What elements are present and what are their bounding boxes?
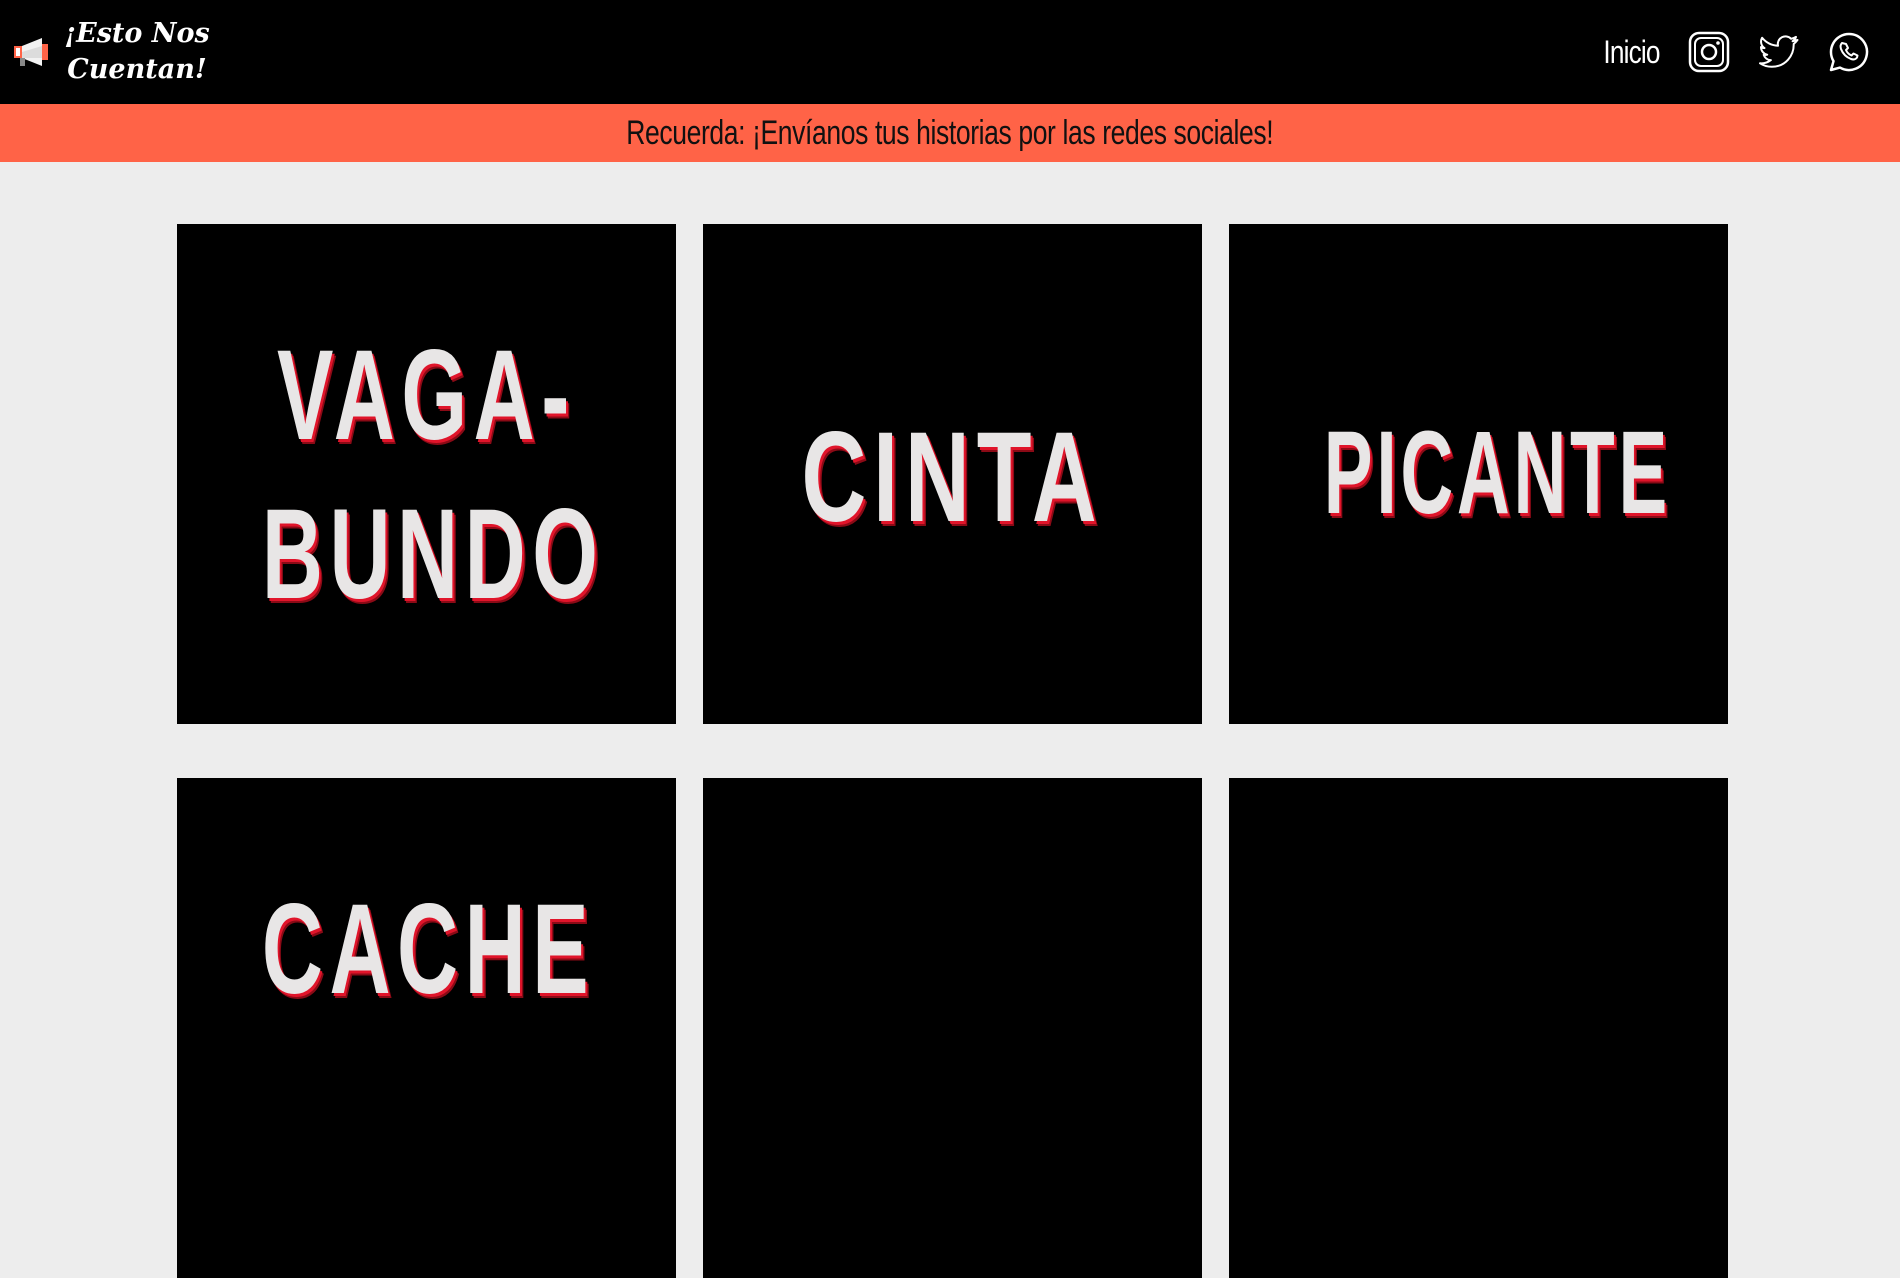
story-card-picante[interactable]: PICANTE [1229,224,1728,724]
story-card-vagabundo[interactable]: VAGA- BUNDO [177,224,676,724]
brand-title: ¡Esto Nos Cuentan! [64,18,210,85]
card-title: CACHE [261,878,596,1021]
card-title-line-2: BUNDO [261,483,605,626]
nav-link-inicio[interactable]: Inicio [1604,34,1661,71]
story-card-cache[interactable]: CACHE [177,778,676,1278]
brand-logo-link[interactable]: ¡Esto Nos Cuentan! [12,16,212,88]
story-card-5[interactable] [703,778,1202,1278]
card-title-line-1: VAGA- [277,324,576,467]
banner-text: Recuerda: ¡Envíanos tus historias por la… [626,113,1274,152]
card-title: PICANTE [1323,407,1671,539]
nav-right-group: Inicio [1591,31,1870,73]
top-navbar: ¡Esto Nos Cuentan! Inicio [0,0,1900,104]
story-grid: VAGA- BUNDO CINTA PICANTE CACHE [177,224,1728,1278]
whatsapp-icon[interactable] [1828,31,1870,73]
story-card-6[interactable] [1229,778,1728,1278]
announcement-banner: Recuerda: ¡Envíanos tus historias por la… [0,104,1900,162]
twitter-icon[interactable] [1758,31,1800,73]
instagram-icon[interactable] [1688,31,1730,73]
megaphone-icon [14,38,48,66]
card-title: CINTA [801,406,1104,549]
story-card-cinta[interactable]: CINTA [703,224,1202,724]
